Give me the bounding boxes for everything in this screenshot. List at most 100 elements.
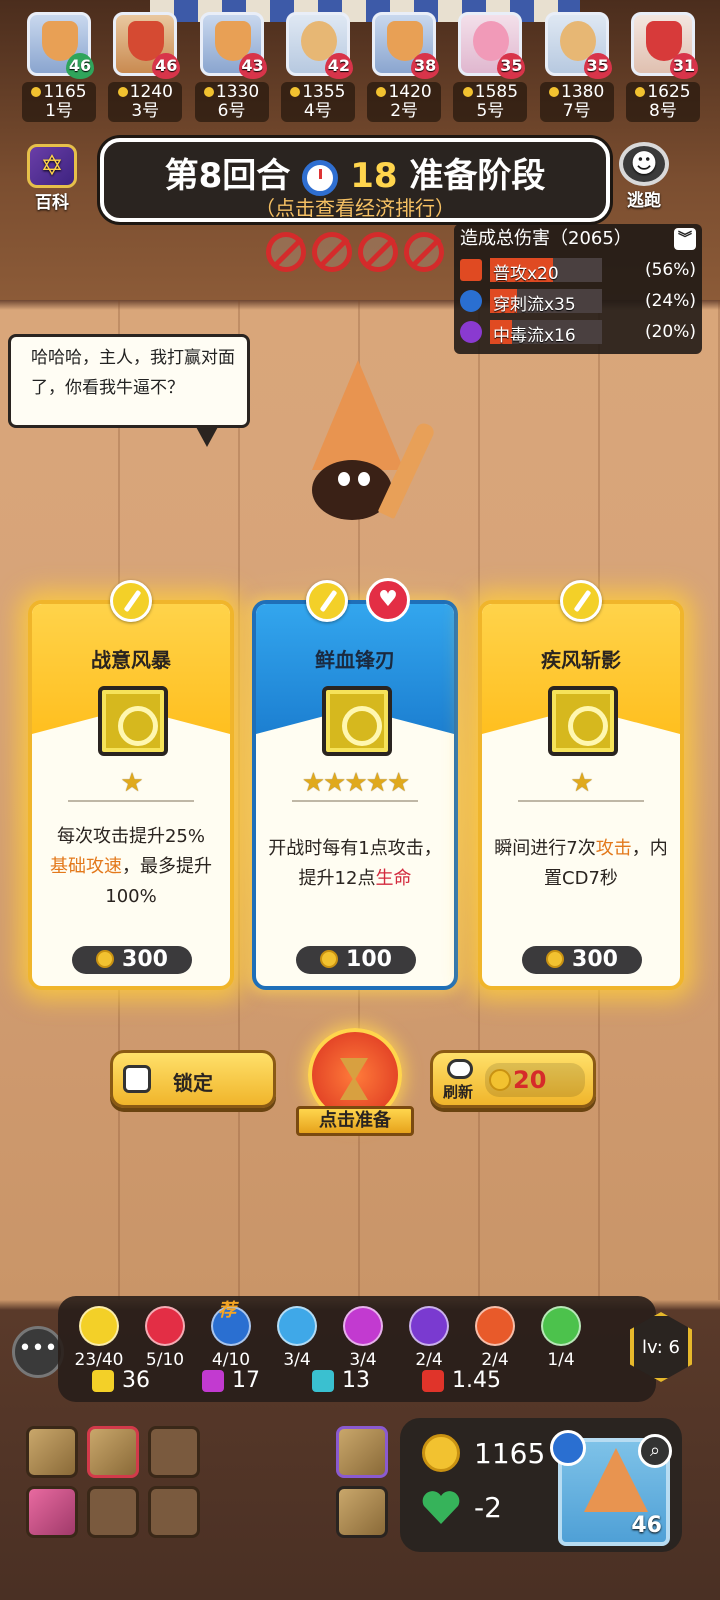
player-seat: 7号: [562, 101, 591, 121]
card-price: 300: [72, 946, 192, 974]
coin-icon: [462, 87, 473, 97]
player-gold: 1625: [647, 82, 691, 102]
synergy-poison[interactable]: 2/4: [402, 1306, 456, 1370]
card-stars: ★: [570, 768, 593, 798]
card-description: 瞬间进行7次攻击，内置CD7秒: [494, 838, 668, 889]
skill-slot[interactable]: [336, 1426, 388, 1478]
player-level: 46: [152, 53, 181, 79]
skill-card[interactable]: 鲜血锋刃 ★★★★★ 开战时每有1点攻击，提升12点生命 100: [252, 600, 458, 990]
damage-header: 造成总伤害（2065） ︾: [454, 224, 702, 254]
search-icon[interactable]: ⌕: [638, 1434, 672, 1468]
player-info: 1380 7号: [539, 82, 614, 122]
player-level: 35: [583, 53, 612, 79]
damage-total: 造成总伤害（2065）: [460, 228, 632, 249]
card-title: 疾风斩影: [541, 648, 621, 672]
escape-button[interactable]: ☻ 逃跑: [612, 142, 676, 212]
banned-icon: [358, 232, 398, 272]
player-slot[interactable]: 42 1355 4号: [280, 12, 355, 122]
player-slot[interactable]: 35 1380 7号: [539, 12, 614, 122]
players-row: 46 1165 1号 46 1240 3号 43 1330 6号 42 1355 4号 …: [22, 12, 700, 122]
equipment-slot[interactable]: [148, 1486, 200, 1538]
heart-icon: [422, 1490, 460, 1524]
economy-ranking-hint: （点击查看经济排行）: [255, 196, 455, 220]
crit-stat: 17: [202, 1368, 260, 1393]
coin-icon: [203, 87, 214, 97]
synergy-heart[interactable]: 5/10: [138, 1306, 192, 1370]
synergy-sword[interactable]: 23/40: [72, 1306, 126, 1370]
card-price: 100: [296, 946, 416, 974]
damage-bar: 中毒流x16: [490, 319, 602, 346]
synergy-bar[interactable]: 23/40 5/10 4/10 3/4 3/4 2/4 2/4 1/4 36 1…: [58, 1296, 656, 1402]
ready-button[interactable]: 点击准备: [296, 1028, 414, 1146]
sword-icon: [79, 1306, 119, 1346]
skull-icon: [409, 1306, 449, 1346]
skill-slots: [336, 1426, 388, 1538]
escape-label: 逃跑: [627, 191, 661, 211]
player-slot[interactable]: 46 1165 1号: [22, 12, 96, 122]
collapse-chevron-icon[interactable]: ︾: [674, 228, 696, 250]
damage-row: 穿刺流x35 (24%): [454, 285, 702, 316]
damage-percent: (56%): [644, 259, 696, 280]
player-avatar: 46: [27, 12, 94, 79]
player-info: 1355 4号: [280, 82, 355, 122]
banned-items-row: [266, 232, 444, 272]
poison-skull-icon: [460, 320, 482, 343]
round-timer: 18: [350, 156, 398, 196]
card-stars: ★: [120, 768, 143, 798]
gold-amount: 1165: [474, 1436, 546, 1470]
equipment-slot[interactable]: [26, 1426, 78, 1478]
equipment-slot[interactable]: [87, 1486, 139, 1538]
hp-change: -2: [474, 1490, 502, 1524]
player-avatar: 35: [544, 12, 612, 79]
player-gold: 1380: [561, 82, 605, 102]
damage-label: 中毒流x16: [493, 325, 576, 346]
coin-icon: [635, 87, 646, 97]
pierce-icon: [550, 1430, 586, 1466]
player-gold: 1240: [129, 82, 173, 102]
sword-icon: [460, 258, 482, 281]
lock-button[interactable]: 锁定: [110, 1050, 276, 1108]
equipment-slot[interactable]: [87, 1426, 139, 1478]
pierce-icon: [460, 289, 482, 312]
player-seat: 1号: [45, 101, 73, 121]
player-info: 1165 1号: [22, 82, 96, 122]
player-seat: 3号: [131, 101, 160, 121]
damage-label: 普攻x20: [493, 263, 559, 284]
round-number: 第8回合: [164, 156, 291, 196]
player-gold: 1585: [474, 82, 519, 102]
equipment-slot[interactable]: [26, 1486, 78, 1538]
player-slot[interactable]: 31 1625 8号: [625, 12, 700, 122]
speed-stat: 13: [312, 1368, 370, 1393]
skill-slot[interactable]: [336, 1486, 388, 1538]
skill-card[interactable]: 战意风暴 ★ 每次攻击提升25% 基础攻速，最多提升100% 300: [28, 600, 234, 990]
player-slot[interactable]: 43 1330 6号: [194, 12, 269, 122]
player-slot[interactable]: 35 1585 5号: [453, 12, 528, 122]
card-price: 300: [522, 946, 642, 974]
synergy-burst[interactable]: 3/4: [336, 1306, 390, 1370]
synergy-heal[interactable]: 1/4: [534, 1306, 588, 1370]
coin-icon: [117, 87, 128, 97]
synergy-fire[interactable]: 2/4: [468, 1306, 522, 1370]
banned-icon: [312, 232, 352, 272]
damage-row: 普攻x20 (56%): [454, 254, 702, 285]
banned-icon: [266, 232, 306, 272]
chat-icon[interactable]: •••: [12, 1326, 64, 1378]
round-banner[interactable]: 第8回合 18 准备阶段 （点击查看经济排行）: [100, 138, 610, 222]
equipment-slot[interactable]: [148, 1426, 200, 1478]
attack-speed-stat: 1.45: [422, 1368, 501, 1393]
player-level: 46: [66, 53, 94, 79]
player-slot[interactable]: 38 1420 2号: [367, 12, 442, 122]
player-level: 38: [411, 53, 440, 79]
player-slot[interactable]: 46 1240 3号: [108, 12, 183, 122]
encyclopedia-button[interactable]: ✡ 百科: [20, 144, 84, 214]
skill-card[interactable]: 疾风斩影 ★ 瞬间进行7次攻击，内置CD7秒 300: [478, 600, 684, 990]
whirlwind-icon: [98, 686, 168, 756]
coin-icon: [549, 87, 560, 97]
refresh-button[interactable]: 刷新 20: [430, 1050, 596, 1108]
coin-icon: [31, 87, 42, 97]
hero-portrait[interactable]: ⌕ 46: [550, 1430, 672, 1546]
coin-icon: [422, 1434, 460, 1472]
player-level: 31: [669, 53, 698, 79]
synergy-frost[interactable]: 3/4: [270, 1306, 324, 1370]
heart-type-icon: ♥: [366, 578, 410, 622]
